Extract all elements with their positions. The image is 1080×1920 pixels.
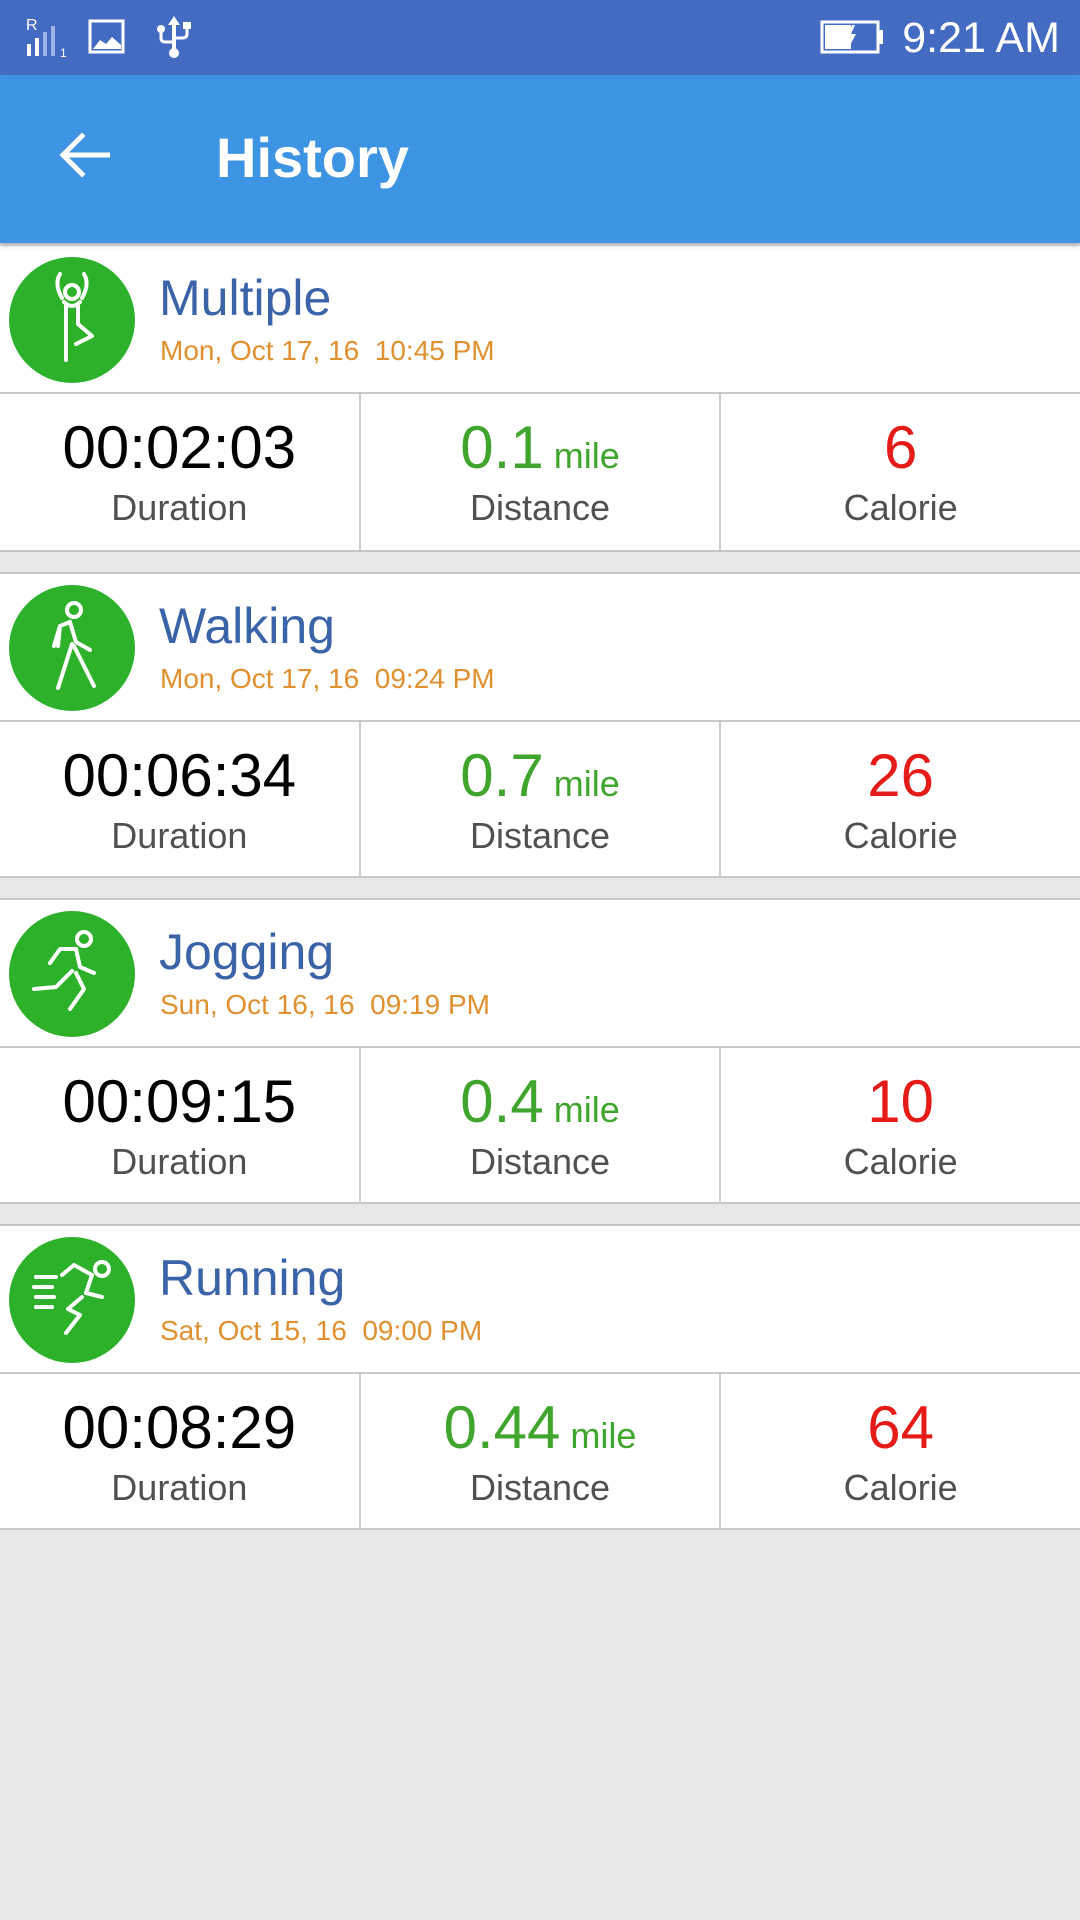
activity-stats: 00:02:03 Duration 0.1 mile Distance 6 Cal… [0,394,1080,550]
distance-stat: 0.4 mile Distance [358,1048,720,1204]
duration-label: Duration [111,815,248,856]
duration-label: Duration [111,1141,248,1182]
distance-stat: 0.1 mile Distance [358,394,720,550]
activity-stats: 00:06:34 Duration 0.7 mile Distance 26 Ca… [0,722,1080,878]
distance-number: 0.7 [460,742,544,809]
distance-stat: 0.7 mile Distance [358,722,720,878]
distance-label: Distance [469,487,611,528]
jogging-icon [22,927,122,1022]
distance-label: Distance [469,1141,611,1182]
walking-icon [32,596,112,701]
svg-text:R: R [26,17,38,34]
duration-label: Duration [111,1467,248,1508]
activity-name: Walking [159,598,335,654]
activity-name: Multiple [159,270,332,326]
activity-name: Jogging [159,924,335,980]
activity-header[interactable]: Jogging Sun, Oct 16, 16 09:19 PM [0,900,1080,1048]
distance-value: 0.4 mile [361,1066,720,1146]
history-card[interactable]: Running Sat, Oct 15, 16 09:00 PM 00:08:2… [0,1224,1080,1530]
activity-header[interactable]: Walking Mon, Oct 17, 16 09:24 PM [0,574,1080,722]
calorie-stat: 64 Calorie [719,1374,1080,1530]
activity-date: Mon, Oct 17, 16 09:24 PM [160,663,495,694]
calorie-value: 26 [867,742,935,809]
distance-number: 0.4 [460,1068,544,1135]
activity-avatar [9,257,135,383]
activity-name: Running [159,1250,346,1306]
distance-number: 0.1 [460,414,544,481]
status-bar: R 1 9:21 AM [0,0,1080,75]
activity-stats: 00:09:15 Duration 0.4 mile Distance 10 Ca… [0,1048,1080,1204]
distance-value: 0.1 mile [361,412,720,492]
calorie-label: Calorie [843,1467,958,1508]
duration-stat: 00:02:03 Duration [0,394,359,550]
usb-icon [154,14,194,60]
duration-value: 00:08:29 [62,1394,297,1461]
svg-text:1: 1 [60,46,67,60]
distance-value: 0.7 mile [361,740,720,820]
calorie-stat: 26 Calorie [719,722,1080,878]
distance-unit: mile [553,763,620,804]
duration-value: 00:06:34 [62,742,297,809]
distance-unit: mile [553,435,620,476]
calorie-stat: 6 Calorie [719,394,1080,550]
duration-value: 00:02:03 [62,414,297,481]
clock: 9:21 AM [902,14,1060,62]
activity-stats: 00:08:29 Duration 0.44 mile Distance 64 C… [0,1374,1080,1530]
page-title: History [216,126,409,189]
history-card[interactable]: Jogging Sun, Oct 16, 16 09:19 PM 00:09:1… [0,898,1080,1204]
history-list: Multiple Mon, Oct 17, 16 10:45 PM 00:02:… [0,246,1080,1550]
activity-header[interactable]: Multiple Mon, Oct 17, 16 10:45 PM [0,246,1080,394]
signal-roaming-icon: R 1 [24,14,74,60]
image-notification-icon [88,14,126,60]
calorie-stat: 10 Calorie [719,1048,1080,1204]
calorie-value: 6 [883,414,918,481]
calorie-value: 64 [867,1394,935,1461]
activity-date: Sat, Oct 15, 16 09:00 PM [160,1315,483,1346]
duration-label: Duration [111,487,248,528]
duration-stat: 00:09:15 Duration [0,1048,359,1204]
duration-stat: 00:08:29 Duration [0,1374,359,1530]
arrow-left-icon [58,131,111,184]
activity-date: Mon, Oct 17, 16 10:45 PM [160,335,495,366]
distance-value: 0.44 mile [361,1392,720,1472]
calorie-label: Calorie [843,487,958,528]
distance-number: 0.44 [443,1394,561,1461]
distance-unit: mile [570,1415,637,1456]
back-button[interactable] [52,125,116,189]
duration-value: 00:09:15 [62,1068,297,1135]
history-card[interactable]: Walking Mon, Oct 17, 16 09:24 PM 00:06:3… [0,572,1080,878]
history-card[interactable]: Multiple Mon, Oct 17, 16 10:45 PM 00:02:… [0,246,1080,552]
activity-avatar [9,911,135,1037]
duration-stat: 00:06:34 Duration [0,722,359,878]
activity-header[interactable]: Running Sat, Oct 15, 16 09:00 PM [0,1226,1080,1374]
activity-date: Sun, Oct 16, 16 09:19 PM [160,989,490,1020]
activity-avatar [9,1237,135,1363]
distance-unit: mile [553,1089,620,1130]
running-icon [22,1253,122,1348]
distance-label: Distance [469,1467,611,1508]
app-bar: History [0,75,1080,243]
activity-avatar [9,585,135,711]
yoga-pose-icon [32,268,112,373]
calorie-value: 10 [867,1068,935,1135]
calorie-label: Calorie [843,1141,958,1182]
distance-label: Distance [469,815,611,856]
battery-charging-icon [820,14,886,60]
calorie-label: Calorie [843,815,958,856]
distance-stat: 0.44 mile Distance [358,1374,720,1530]
